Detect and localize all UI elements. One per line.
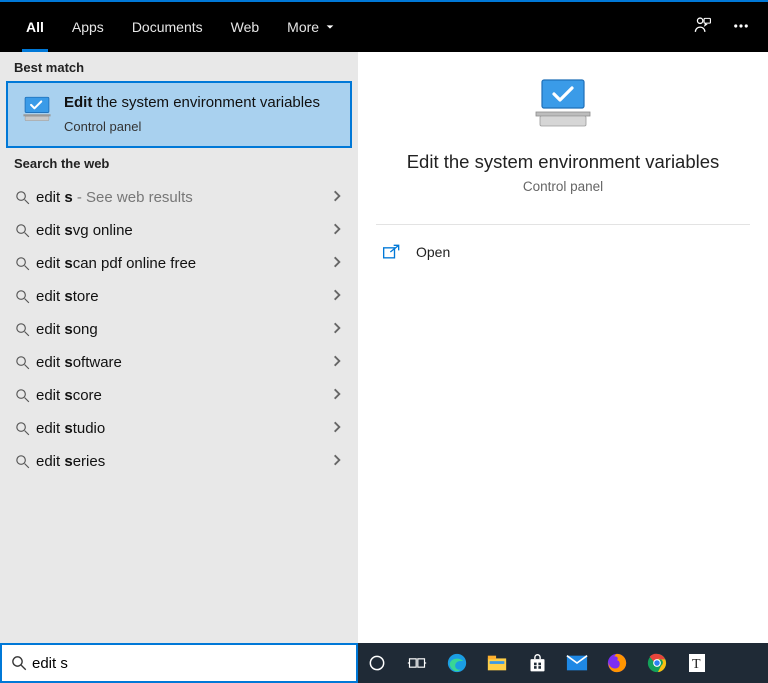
svg-text:T: T (692, 657, 701, 672)
search-icon (14, 189, 36, 206)
cortana-circle-icon[interactable] (366, 652, 388, 674)
suggestion-text: edit song (36, 321, 330, 338)
search-icon (14, 354, 36, 371)
suggestion-text: edit software (36, 354, 330, 371)
tab-documents[interactable]: Documents (118, 2, 217, 52)
preview-pane: Edit the system environment variables Co… (358, 52, 768, 643)
tab-web[interactable]: Web (217, 2, 274, 52)
chevron-right-icon (330, 189, 344, 206)
action-label: Open (416, 244, 450, 260)
search-header: AllAppsDocumentsWebMore (0, 2, 768, 52)
web-suggestion[interactable]: edit software (0, 346, 358, 379)
web-suggestion[interactable]: edit score (0, 379, 358, 412)
best-match-label: Best match (0, 52, 358, 81)
text-cursor-icon[interactable]: T (686, 652, 708, 674)
suggestion-text: edit svg online (36, 222, 330, 239)
tab-apps[interactable]: Apps (58, 2, 118, 52)
search-input[interactable] (32, 645, 348, 681)
best-match-result[interactable]: Edit the system environment variables Co… (6, 81, 352, 148)
action-open[interactable]: Open (358, 225, 768, 279)
tab-more[interactable]: More (273, 2, 349, 52)
best-match-subtitle: Control panel (64, 119, 320, 134)
task-view-icon[interactable] (406, 652, 428, 674)
web-suggestion[interactable]: edit store (0, 280, 358, 313)
suggestion-text: edit series (36, 453, 330, 470)
mail-icon[interactable] (566, 652, 588, 674)
system-properties-icon (528, 76, 598, 141)
web-suggestion[interactable]: edit series (0, 445, 358, 478)
taskbar: T (358, 643, 768, 683)
search-icon (14, 387, 36, 404)
chevron-right-icon (330, 387, 344, 404)
chrome-icon[interactable] (646, 652, 668, 674)
preview-subtitle: Control panel (523, 179, 603, 194)
tab-all[interactable]: All (12, 2, 58, 52)
web-suggestion[interactable]: edit song (0, 313, 358, 346)
chevron-right-icon (330, 321, 344, 338)
more-icon[interactable] (732, 17, 750, 38)
web-suggestion[interactable]: edit scan pdf online free (0, 247, 358, 280)
search-icon (14, 222, 36, 239)
chevron-right-icon (330, 288, 344, 305)
chevron-right-icon (330, 255, 344, 272)
edge-icon[interactable] (446, 652, 468, 674)
search-icon (14, 321, 36, 338)
search-icon (14, 288, 36, 305)
suggestion-text: edit scan pdf online free (36, 255, 330, 272)
search-web-label: Search the web (0, 148, 358, 177)
suggestion-text: edit store (36, 288, 330, 305)
suggestion-text: edit s - See web results (36, 189, 330, 206)
system-properties-icon (20, 93, 54, 127)
chevron-right-icon (330, 420, 344, 437)
file-explorer-icon[interactable] (486, 652, 508, 674)
search-icon (14, 255, 36, 272)
web-suggestion[interactable]: edit studio (0, 412, 358, 445)
search-icon (14, 420, 36, 437)
chevron-right-icon (330, 222, 344, 239)
preview-title: Edit the system environment variables (407, 151, 720, 173)
search-box[interactable] (0, 643, 358, 683)
search-results-pane: Best match Edit the system environment v… (0, 52, 358, 643)
best-match-title: Edit the system environment variables (64, 93, 320, 113)
store-icon[interactable] (526, 652, 548, 674)
feedback-icon[interactable] (693, 16, 712, 38)
chevron-right-icon (330, 354, 344, 371)
search-icon (10, 654, 32, 672)
search-icon (14, 453, 36, 470)
web-suggestion[interactable]: edit s - See web results (0, 181, 358, 214)
chevron-down-icon (325, 19, 335, 35)
suggestion-text: edit score (36, 387, 330, 404)
suggestion-text: edit studio (36, 420, 330, 437)
web-suggestion[interactable]: edit svg online (0, 214, 358, 247)
firefox-icon[interactable] (606, 652, 628, 674)
chevron-right-icon (330, 453, 344, 470)
open-icon (382, 243, 402, 261)
